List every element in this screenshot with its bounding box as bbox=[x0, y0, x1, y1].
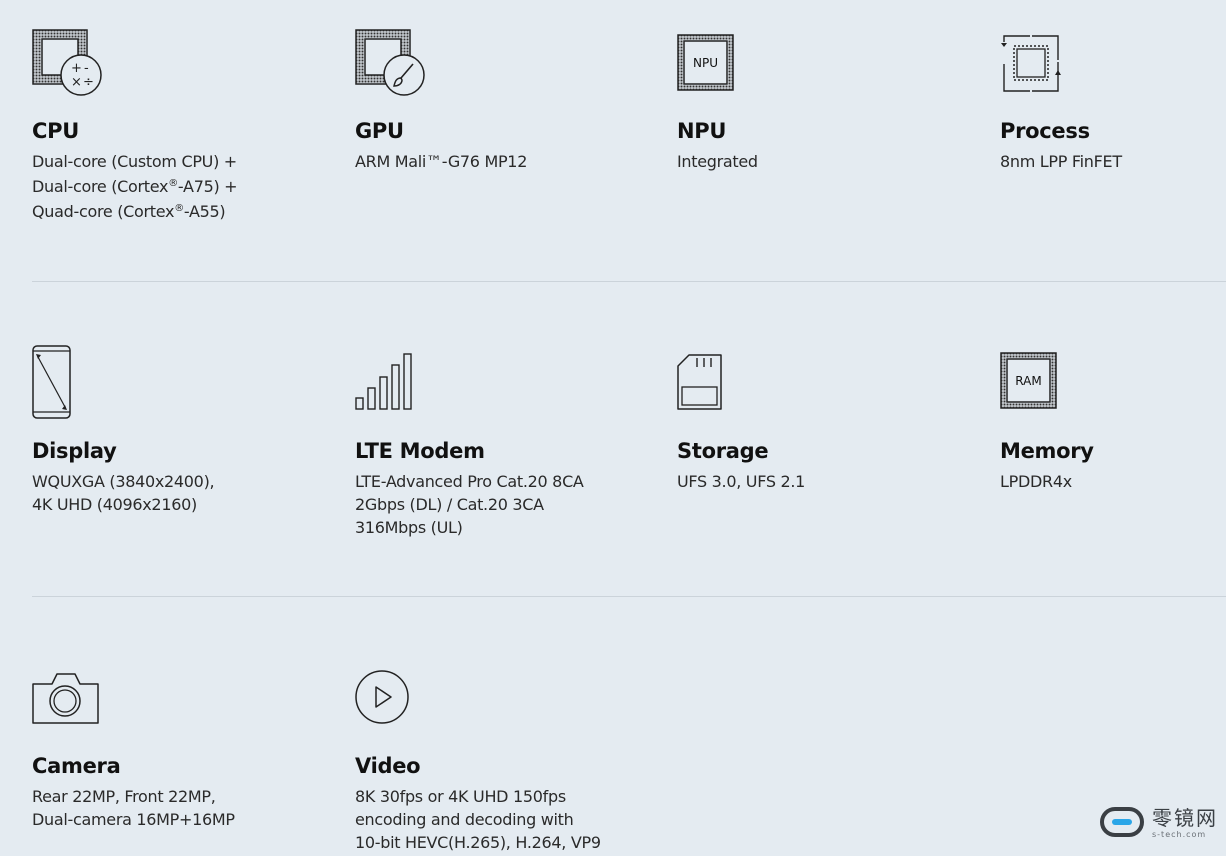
minus-symbol: - bbox=[84, 61, 89, 76]
phone-display-icon bbox=[32, 345, 71, 419]
spec-description: LTE-Advanced Pro Cat.20 8CA 2Gbps (DL) /… bbox=[355, 470, 584, 539]
divide-symbol: ÷ bbox=[83, 75, 94, 90]
desc-line: 8K 30fps or 4K UHD 150fps bbox=[355, 787, 566, 806]
desc-line: Dual-core (Cortex®-A75) + bbox=[32, 177, 238, 196]
desc-line: 316Mbps (UL) bbox=[355, 518, 463, 537]
desc-line: LTE-Advanced Pro Cat.20 8CA bbox=[355, 472, 584, 491]
desc-line: UFS 3.0, UFS 2.1 bbox=[677, 472, 806, 491]
desc-line: Integrated bbox=[677, 152, 758, 171]
spec-title: Video bbox=[355, 754, 421, 778]
spec-title: LTE Modem bbox=[355, 439, 485, 463]
signal-bars-icon bbox=[355, 353, 412, 410]
spec-title: NPU bbox=[677, 119, 727, 143]
spec-title: Display bbox=[32, 439, 117, 463]
sd-card-icon bbox=[677, 354, 722, 410]
desc-line: Rear 22MP, Front 22MP, bbox=[32, 787, 216, 806]
desc-line: ARM Mali™-G76 MP12 bbox=[355, 152, 528, 171]
spec-description: Dual-core (Custom CPU) + Dual-core (Cort… bbox=[32, 150, 238, 225]
desc-line: encoding and decoding with bbox=[355, 810, 574, 829]
chip-label: RAM bbox=[1015, 374, 1041, 388]
watermark: 零镜网 s-tech.com bbox=[1100, 804, 1220, 852]
process-chip-icon bbox=[1001, 35, 1061, 92]
spec-description: Rear 22MP, Front 22MP, Dual-camera 16MP+… bbox=[32, 785, 235, 831]
spec-description: UFS 3.0, UFS 2.1 bbox=[677, 470, 805, 493]
zero-lens-logo-icon bbox=[1100, 807, 1144, 837]
spec-description: ARM Mali™-G76 MP12 bbox=[355, 150, 527, 173]
camera-icon bbox=[32, 673, 99, 724]
desc-line: WQUXGA (3840x2400), bbox=[32, 472, 215, 491]
spec-title: CPU bbox=[32, 119, 79, 143]
ram-chip-icon: RAM bbox=[1000, 352, 1057, 409]
spec-title: Camera bbox=[32, 754, 121, 778]
section-divider bbox=[32, 596, 1226, 597]
spec-title: Process bbox=[1000, 119, 1090, 143]
desc-line: Dual-core (Custom CPU) + bbox=[32, 152, 237, 171]
play-circle-icon bbox=[355, 670, 409, 724]
desc-line: 8nm LPP FinFET bbox=[1000, 152, 1122, 171]
watermark-text: 零镜网 bbox=[1152, 806, 1218, 830]
desc-line: Quad-core (Cortex®-A55) bbox=[32, 202, 226, 221]
desc-line: 4K UHD (4096x2160) bbox=[32, 495, 197, 514]
times-symbol: × bbox=[71, 75, 82, 90]
spec-description: WQUXGA (3840x2400), 4K UHD (4096x2160) bbox=[32, 470, 215, 516]
desc-line: 10-bit HEVC(H.265), H.264, VP9 bbox=[355, 833, 601, 852]
spec-description: 8K 30fps or 4K UHD 150fps encoding and d… bbox=[355, 785, 601, 854]
spec-title: GPU bbox=[355, 119, 404, 143]
spec-description: Integrated bbox=[677, 150, 758, 173]
spec-title: Storage bbox=[677, 439, 769, 463]
npu-chip-icon: NPU bbox=[677, 34, 734, 91]
desc-line: 2Gbps (DL) / Cat.20 3CA bbox=[355, 495, 544, 514]
section-divider bbox=[32, 281, 1226, 282]
desc-line: Dual-camera 16MP+16MP bbox=[32, 810, 235, 829]
chip-label: NPU bbox=[693, 56, 718, 70]
cpu-icon: + - × ÷ bbox=[32, 29, 102, 96]
spec-description: LPDDR4x bbox=[1000, 470, 1072, 493]
plus-symbol: + bbox=[71, 61, 82, 76]
spec-description: 8nm LPP FinFET bbox=[1000, 150, 1122, 173]
desc-line: LPDDR4x bbox=[1000, 472, 1072, 491]
spec-title: Memory bbox=[1000, 439, 1094, 463]
watermark-subtext: s-tech.com bbox=[1152, 830, 1207, 839]
gpu-icon bbox=[355, 29, 425, 96]
